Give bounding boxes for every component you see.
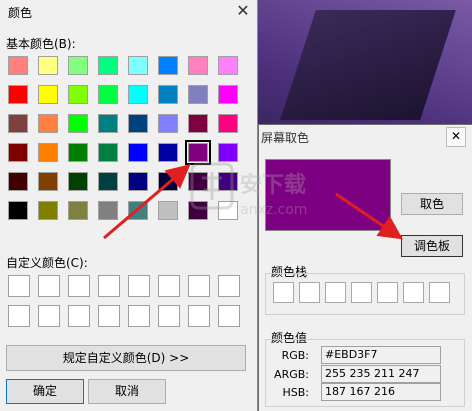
- custom-color-swatch[interactable]: [68, 275, 90, 297]
- hsb-value[interactable]: 187 167 216: [321, 383, 441, 401]
- basic-color-swatch[interactable]: [8, 56, 28, 75]
- basic-colors-label: 基本颜色(B):: [6, 37, 76, 51]
- basic-color-swatch[interactable]: [128, 201, 148, 220]
- history-swatch[interactable]: [273, 282, 294, 303]
- basic-color-swatch[interactable]: [8, 85, 28, 104]
- basic-color-swatch[interactable]: [158, 56, 178, 75]
- palette-button[interactable]: 调色板: [401, 235, 463, 257]
- basic-color-swatch[interactable]: [98, 172, 118, 191]
- dialog-title: 颜色: [8, 6, 33, 20]
- pick-color-button[interactable]: 取色: [401, 193, 463, 215]
- custom-color-swatch[interactable]: [128, 275, 150, 297]
- basic-color-swatch[interactable]: [188, 85, 208, 104]
- custom-color-swatch[interactable]: [188, 305, 210, 327]
- basic-color-swatch[interactable]: [158, 114, 178, 133]
- custom-color-swatch[interactable]: [68, 305, 90, 327]
- basic-color-swatch[interactable]: [218, 114, 238, 133]
- basic-color-swatch[interactable]: [158, 143, 178, 162]
- basic-color-swatch[interactable]: [128, 56, 148, 75]
- basic-color-swatch[interactable]: [8, 143, 28, 162]
- hsb-key: HSB:: [282, 386, 309, 399]
- custom-color-swatch[interactable]: [98, 305, 120, 327]
- basic-color-swatch[interactable]: [98, 85, 118, 104]
- custom-color-swatch[interactable]: [8, 305, 30, 327]
- custom-color-swatch[interactable]: [38, 275, 60, 297]
- argb-key: ARGB:: [274, 368, 309, 381]
- basic-color-swatch[interactable]: [218, 85, 238, 104]
- custom-color-swatch[interactable]: [128, 305, 150, 327]
- custom-color-swatch[interactable]: [218, 305, 240, 327]
- close-icon[interactable]: ✕: [232, 0, 254, 22]
- basic-color-swatch[interactable]: [128, 172, 148, 191]
- basic-color-swatch[interactable]: [38, 56, 58, 75]
- watermark-text: 安下载: [240, 172, 306, 198]
- history-swatch[interactable]: [351, 282, 372, 303]
- rgb-key: RGB:: [281, 349, 309, 362]
- basic-color-swatch[interactable]: [188, 56, 208, 75]
- history-swatch[interactable]: [325, 282, 346, 303]
- basic-color-swatch[interactable]: [8, 201, 28, 220]
- basic-color-swatch[interactable]: [68, 143, 88, 162]
- basic-color-swatch[interactable]: [98, 114, 118, 133]
- basic-color-swatch[interactable]: [98, 143, 118, 162]
- cancel-button[interactable]: 取消: [88, 379, 166, 404]
- basic-color-swatch[interactable]: [128, 85, 148, 104]
- basic-color-swatch[interactable]: [8, 114, 28, 133]
- history-swatch[interactable]: [429, 282, 450, 303]
- watermark-domain: anxz.com: [240, 202, 307, 218]
- basic-color-swatch[interactable]: [68, 85, 88, 104]
- basic-color-swatch[interactable]: [68, 56, 88, 75]
- ok-button[interactable]: 确定: [6, 379, 84, 404]
- custom-colors-label: 自定义颜色(C):: [6, 256, 88, 270]
- close-icon[interactable]: ✕: [446, 127, 466, 147]
- basic-color-swatch[interactable]: [38, 201, 58, 220]
- basic-color-swatch[interactable]: [68, 201, 88, 220]
- basic-color-swatch[interactable]: [158, 85, 178, 104]
- basic-color-swatch[interactable]: [158, 172, 178, 191]
- custom-color-swatch[interactable]: [38, 305, 60, 327]
- basic-color-swatch[interactable]: [38, 143, 58, 162]
- history-swatch[interactable]: [377, 282, 398, 303]
- history-swatch[interactable]: [299, 282, 320, 303]
- basic-color-swatch[interactable]: [128, 114, 148, 133]
- picker-title: 屏幕取色: [261, 131, 310, 145]
- custom-color-swatch[interactable]: [98, 275, 120, 297]
- watermark-logo: 安下载 anxz.com: [190, 162, 307, 218]
- basic-color-swatch[interactable]: [98, 201, 118, 220]
- custom-color-swatch[interactable]: [188, 275, 210, 297]
- basic-color-swatch[interactable]: [8, 172, 28, 191]
- background-shape: [280, 10, 456, 120]
- basic-color-swatch[interactable]: [158, 201, 178, 220]
- basic-color-swatch[interactable]: [38, 85, 58, 104]
- rgb-value[interactable]: #EBD3F7: [321, 346, 441, 364]
- custom-color-swatch[interactable]: [158, 275, 180, 297]
- custom-color-swatch[interactable]: [8, 275, 30, 297]
- basic-color-swatch[interactable]: [38, 172, 58, 191]
- basic-color-swatch[interactable]: [68, 114, 88, 133]
- basic-color-swatch[interactable]: [68, 172, 88, 191]
- basic-color-swatch[interactable]: [38, 114, 58, 133]
- basic-color-swatch[interactable]: [218, 56, 238, 75]
- history-swatch[interactable]: [403, 282, 424, 303]
- custom-color-swatch[interactable]: [158, 305, 180, 327]
- argb-value[interactable]: 255 235 211 247: [321, 365, 441, 383]
- basic-color-swatch[interactable]: [128, 143, 148, 162]
- basic-color-swatch[interactable]: [188, 114, 208, 133]
- basic-color-swatch[interactable]: [98, 56, 118, 75]
- custom-color-swatch[interactable]: [218, 275, 240, 297]
- define-custom-colors-button[interactable]: 规定自定义颜色(D) >>: [6, 345, 246, 371]
